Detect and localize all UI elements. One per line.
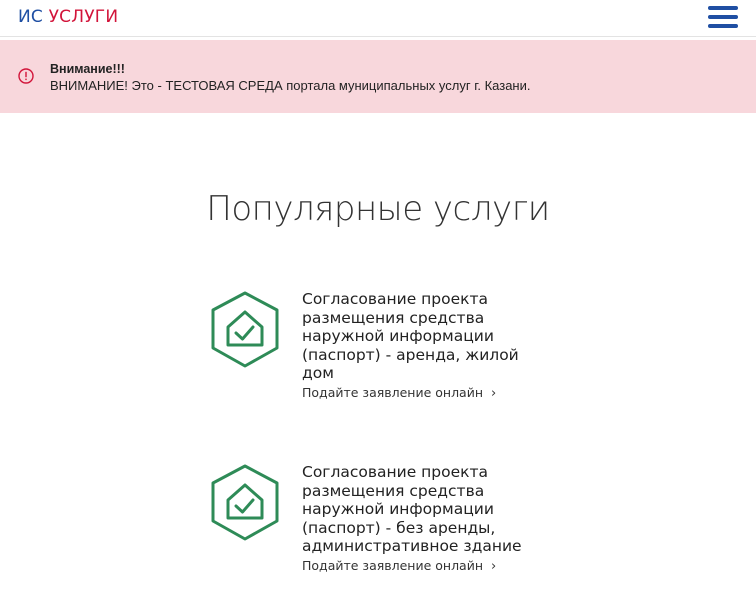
menu-bar — [708, 15, 738, 19]
service-name-line: административное здание — [302, 537, 522, 555]
alert-title: Внимание!!! — [50, 62, 125, 76]
service-name-line: дом — [302, 364, 334, 382]
service-name-line: (паспорт) - без аренды, — [302, 518, 496, 537]
service-name-line: (паспорт) - аренда, жилой — [302, 345, 519, 364]
logo-part2: УСЛУГИ — [48, 7, 119, 27]
house-check-icon — [211, 291, 279, 368]
menu-bar — [708, 6, 738, 10]
service-name-line: Согласование проекта — [302, 290, 489, 308]
chevron-right-icon: › — [491, 386, 497, 401]
service-name-line: наружной информации — [302, 500, 494, 518]
alert-text: ВНИМАНИЕ! Это - ТЕСТОВАЯ СРЕДА портала м… — [50, 78, 531, 93]
apply-online-link[interactable]: Подайте заявление онлайн › — [302, 385, 496, 401]
chevron-right-icon: › — [491, 559, 497, 574]
top-header: ИС УСЛУГИ — [0, 0, 756, 37]
service-name[interactable]: Согласование проекта размещения средства… — [302, 290, 542, 383]
menu-bar — [708, 24, 738, 28]
apply-online-link[interactable]: Подайте заявление онлайн › — [302, 558, 496, 574]
service-name[interactable]: Согласование проекта размещения средства… — [302, 463, 542, 556]
test-environment-alert: Внимание!!! ВНИМАНИЕ! Это - ТЕСТОВАЯ СРЕ… — [0, 40, 756, 113]
hamburger-menu-icon[interactable] — [708, 6, 738, 28]
site-logo[interactable]: ИС УСЛУГИ — [18, 7, 118, 27]
house-check-icon — [211, 464, 279, 541]
apply-online-label: Подайте заявление онлайн — [302, 385, 484, 400]
service-name-line: размещения средства — [302, 308, 485, 327]
warning-icon — [18, 68, 34, 84]
service-name-line: размещения средства — [302, 481, 485, 500]
service-name-line: Согласование проекта — [302, 463, 489, 481]
popular-services-title: Популярные услуги — [206, 189, 550, 229]
logo-part1: ИС — [18, 7, 43, 27]
service-name-line: наружной информации — [302, 327, 494, 345]
apply-online-label: Подайте заявление онлайн — [302, 558, 484, 573]
